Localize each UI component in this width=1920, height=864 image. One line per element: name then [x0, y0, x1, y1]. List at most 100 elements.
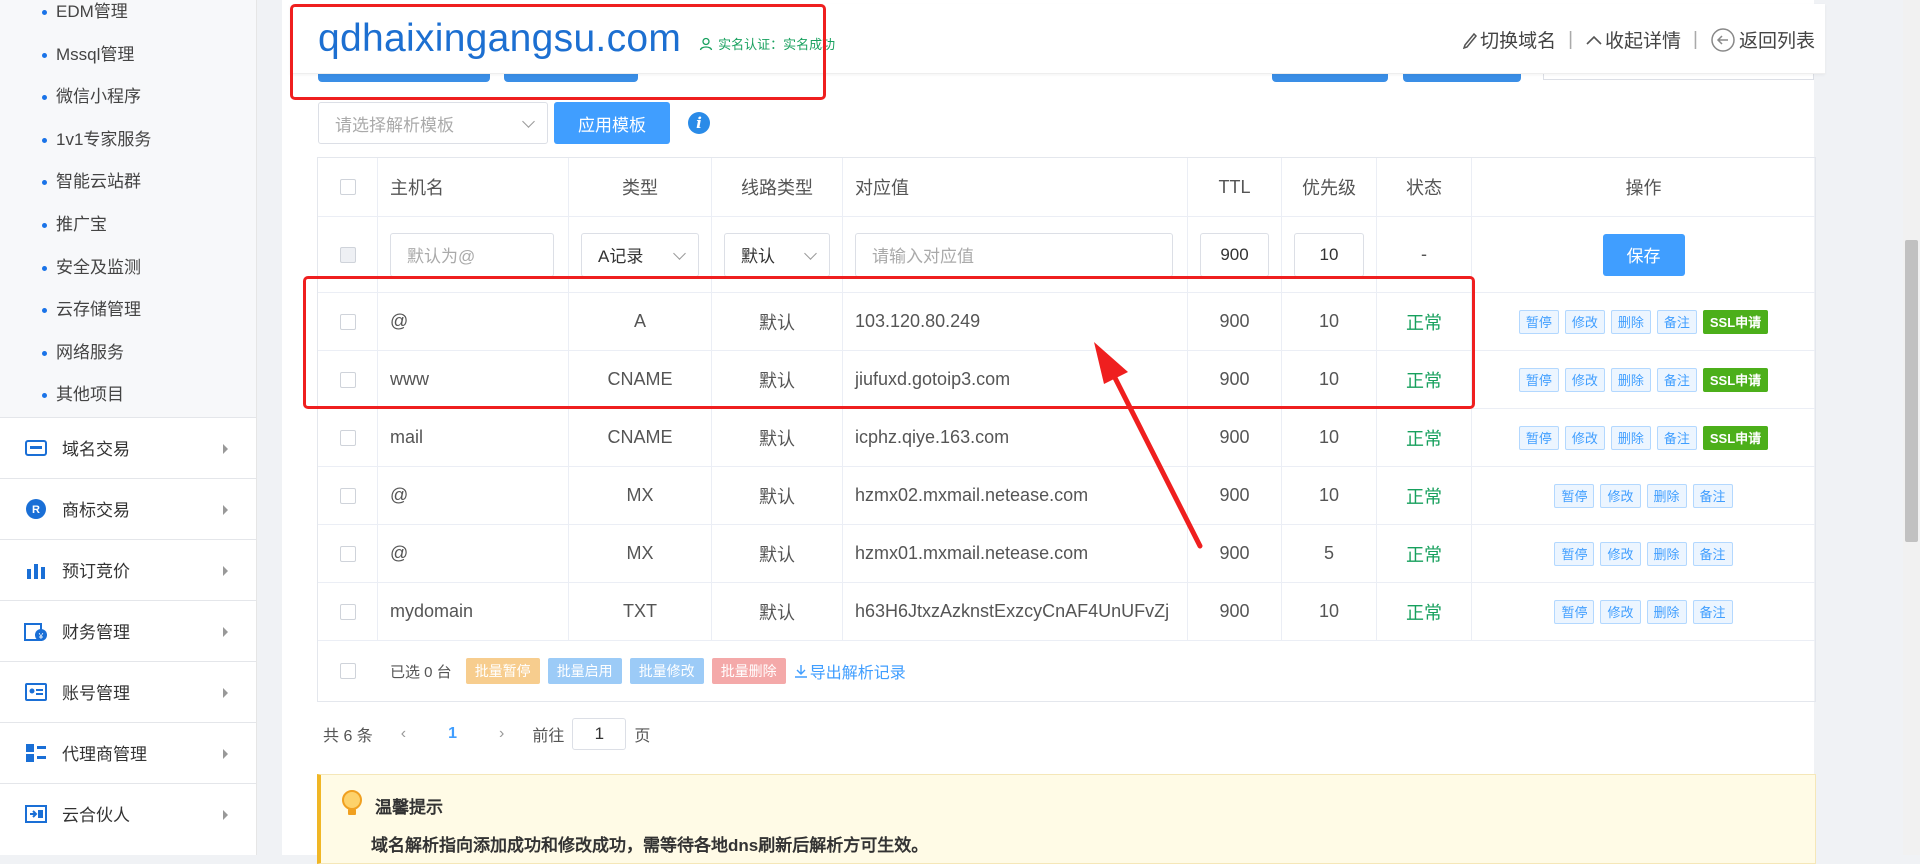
cell-type: TXT [569, 583, 712, 640]
table-row: @ MX 默认 hzmx01.mxmail.netease.com 900 5 … [318, 525, 1815, 583]
export-records-link[interactable]: 导出解析记录 [794, 659, 906, 683]
sidebar-item-agent[interactable]: 代理商管理 [0, 721, 256, 783]
sidebar-item-bid[interactable]: 预订竞价 [0, 538, 256, 600]
delete-button[interactable]: 删除 [1610, 425, 1651, 450]
arrow-right-icon [223, 565, 228, 576]
header-line: 线路类型 [712, 158, 843, 216]
next-page-icon[interactable]: › [499, 725, 504, 743]
note-button[interactable]: 备注 [1656, 309, 1697, 334]
cell-priority: 10 [1282, 293, 1377, 350]
cell-value: jiufuxd.gotoip3.com [843, 351, 1188, 408]
scrollbar-thumb[interactable] [1905, 240, 1918, 542]
ssl-apply-button[interactable]: SSL申请 [1702, 367, 1769, 392]
edit-button[interactable]: 修改 [1600, 541, 1641, 566]
ssl-apply-button[interactable]: SSL申请 [1702, 309, 1769, 334]
arrow-right-icon [223, 504, 228, 515]
delete-button[interactable]: 删除 [1610, 367, 1651, 392]
row-checkbox[interactable] [339, 545, 356, 562]
pause-button[interactable]: 暂停 [1518, 309, 1559, 334]
sidebar-subitem-expert[interactable]: 1v1专家服务 [0, 119, 256, 162]
prev-page-icon[interactable]: ‹ [401, 725, 406, 743]
select-all-footer-checkbox[interactable] [340, 663, 356, 679]
new-record-row: 默认为@ A记录 默认 请输入对应值 900 10 - 保存 [318, 217, 1815, 293]
info-icon[interactable]: i [688, 112, 710, 134]
arrow-right-icon [223, 748, 228, 759]
back-to-list-button[interactable]: 返回列表 [1710, 26, 1815, 53]
sidebar-subitem-promo[interactable]: 推广宝 [0, 204, 256, 247]
ttl-input[interactable]: 900 [1200, 232, 1269, 277]
edit-button[interactable]: 修改 [1600, 483, 1641, 508]
sidebar-item-finance[interactable]: ¥ 财务管理 [0, 599, 256, 661]
note-button[interactable]: 备注 [1656, 425, 1697, 450]
delete-button[interactable]: 删除 [1646, 483, 1687, 508]
sidebar-subitem-edm[interactable]: EDM管理 [0, 0, 256, 34]
agent-icon [24, 743, 48, 763]
edit-button[interactable]: 修改 [1600, 599, 1641, 624]
template-select[interactable]: 请选择解析模板 [318, 102, 548, 144]
edit-button[interactable]: 修改 [1564, 309, 1605, 334]
row-checkbox[interactable] [339, 487, 356, 504]
sidebar-item-partner[interactable]: 云合伙人 [0, 782, 256, 844]
delete-button[interactable]: 删除 [1610, 309, 1651, 334]
save-button[interactable]: 保存 [1602, 233, 1685, 276]
cell-line: 默认 [712, 467, 843, 524]
sidebar-subitem-cloudsite[interactable]: 智能云站群 [0, 161, 256, 204]
select-all-checkbox[interactable] [339, 179, 356, 195]
goto-page-input[interactable]: 1 [572, 718, 627, 750]
row-checkbox[interactable] [339, 313, 356, 330]
priority-input[interactable]: 10 [1294, 232, 1364, 277]
cell-ttl: 900 [1188, 583, 1282, 640]
batch-pause-button[interactable]: 批量暂停 [465, 658, 540, 684]
sidebar-subitem-security[interactable]: 安全及监测 [0, 247, 256, 290]
sidebar-subitem-miniprogram[interactable]: 微信小程序 [0, 76, 256, 119]
note-button[interactable]: 备注 [1692, 541, 1733, 566]
sidebar-item-account[interactable]: 账号管理 [0, 660, 256, 722]
sidebar-subitem-mssql[interactable]: Mssql管理 [0, 34, 256, 77]
collapse-details-button[interactable]: 收起详情 [1585, 26, 1681, 53]
batch-delete-button[interactable]: 批量删除 [711, 658, 786, 684]
note-button[interactable]: 备注 [1692, 483, 1733, 508]
batch-edit-button[interactable]: 批量修改 [629, 658, 704, 684]
note-button[interactable]: 备注 [1656, 367, 1697, 392]
cell-status: 正常 [1377, 351, 1472, 408]
row-checkbox[interactable] [339, 603, 356, 620]
cell-host: @ [378, 525, 569, 582]
ssl-apply-button[interactable]: SSL申请 [1702, 425, 1769, 450]
line-select[interactable]: 默认 [724, 232, 830, 277]
sidebar-item-trademark[interactable]: R 商标交易 [0, 477, 256, 539]
pause-button[interactable]: 暂停 [1554, 483, 1595, 508]
tip-title: 温馨提示 [375, 798, 443, 817]
edit-button[interactable]: 修改 [1564, 425, 1605, 450]
batch-actions-row: 已选 0 台 批量暂停 批量启用 批量修改 批量删除 导出解析记录 [318, 641, 1815, 701]
sidebar-subitem-other[interactable]: 其他项目 [0, 374, 256, 417]
host-input[interactable]: 默认为@ [390, 232, 554, 277]
bullet-icon [42, 52, 47, 58]
pause-button[interactable]: 暂停 [1554, 541, 1595, 566]
apply-template-button[interactable]: 应用模板 [554, 102, 670, 144]
pause-button[interactable]: 暂停 [1518, 367, 1559, 392]
switch-domain-button[interactable]: 切换域名 [1462, 26, 1556, 53]
delete-button[interactable]: 删除 [1646, 541, 1687, 566]
bullet-icon [42, 350, 47, 356]
edit-button[interactable]: 修改 [1564, 367, 1605, 392]
type-select[interactable]: A记录 [581, 232, 699, 277]
page-number[interactable]: 1 [448, 725, 457, 743]
sidebar-subitem-storage[interactable]: 云存储管理 [0, 289, 256, 332]
chevron-up-icon [1586, 35, 1602, 45]
cell-line: 默认 [712, 583, 843, 640]
note-button[interactable]: 备注 [1692, 599, 1733, 624]
row-checkbox[interactable] [339, 371, 356, 388]
value-input[interactable]: 请输入对应值 [855, 232, 1173, 277]
sidebar-subitem-network[interactable]: 网络服务 [0, 332, 256, 375]
pause-button[interactable]: 暂停 [1554, 599, 1595, 624]
cell-status: 正常 [1377, 467, 1472, 524]
chevron-down-icon [804, 246, 817, 260]
delete-button[interactable]: 删除 [1646, 599, 1687, 624]
pause-button[interactable]: 暂停 [1518, 425, 1559, 450]
bullet-icon [42, 10, 47, 15]
sidebar-item-domain-trade[interactable]: 域名交易 [0, 416, 256, 478]
page-scrollbar[interactable] [1903, 0, 1920, 855]
row-checkbox[interactable] [339, 429, 356, 446]
batch-enable-button[interactable]: 批量启用 [547, 658, 622, 684]
header-status: 状态 [1377, 158, 1472, 216]
